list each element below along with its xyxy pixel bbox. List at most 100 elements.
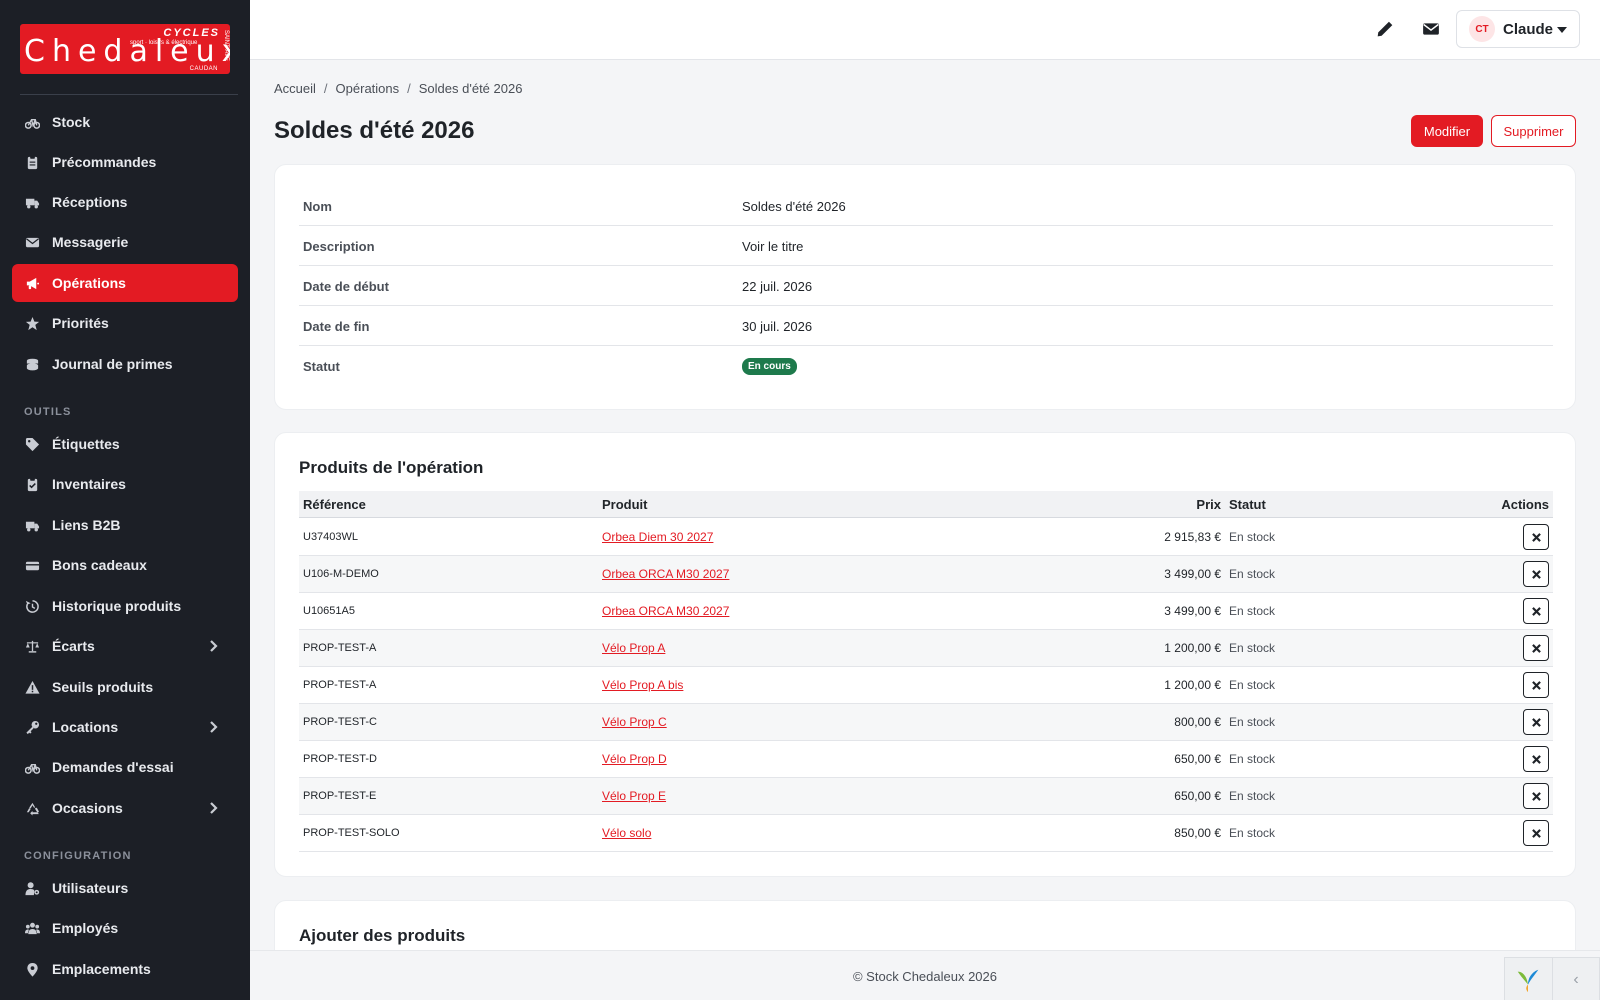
sidebar-item-label: Étiquettes — [52, 436, 120, 452]
product-link[interactable]: Orbea ORCA M30 2027 — [602, 567, 729, 581]
chedaleux-logo[interactable]: CYCLES sport · loisirs & électrique Ched… — [20, 24, 230, 74]
detail-row-date-fin: Date de fin 30 juil. 2026 — [299, 306, 1553, 346]
yii-logo-icon[interactable] — [1505, 958, 1552, 1000]
table-row: U10651A5 Orbea ORCA M30 2027 3 499,00 € En … — [299, 593, 1553, 630]
detail-label: Description — [303, 239, 375, 254]
sidebar-item-utilisateurs[interactable]: Utilisateurs — [12, 869, 238, 907]
remove-product-button[interactable] — [1523, 561, 1549, 587]
close-icon — [1531, 754, 1541, 764]
pencil-icon[interactable] — [1374, 18, 1396, 40]
sidebar-item-label: Journal de primes — [52, 356, 173, 372]
sidebar-item-precommandes[interactable]: Précommandes — [12, 143, 238, 181]
logo-side-text: SAINT-AVÉ — [223, 30, 229, 61]
delete-button[interactable]: Supprimer — [1491, 115, 1576, 147]
remove-product-button[interactable] — [1523, 820, 1549, 846]
remove-product-button[interactable] — [1523, 709, 1549, 735]
remove-product-button[interactable] — [1523, 635, 1549, 661]
table-row: U37403WL Orbea Diem 30 2027 2 915,83 € En s… — [299, 519, 1553, 556]
clipboard-icon — [24, 154, 40, 170]
table-row: U106-M-DEMO Orbea ORCA M30 2027 3 499,00 €… — [299, 556, 1553, 593]
sidebar-item-emplacements[interactable]: Emplacements — [12, 950, 238, 988]
cell-reference: U37403WL — [303, 531, 359, 543]
detail-row-statut: Statut En cours — [299, 346, 1553, 386]
detail-value: 30 juil. 2026 — [742, 319, 813, 334]
sidebar-item-ecarts[interactable]: Écarts — [12, 627, 238, 665]
sidebar-item-locations[interactable]: Locations — [12, 708, 238, 746]
cell-status: En stock — [1229, 826, 1276, 840]
close-icon — [1531, 791, 1541, 801]
warning-icon — [24, 679, 40, 695]
gift-card-icon — [24, 557, 40, 573]
remove-product-button[interactable] — [1523, 524, 1549, 550]
chevron-right-icon — [206, 801, 220, 815]
product-link[interactable]: Vélo Prop C — [602, 715, 667, 729]
sidebar-item-inventaires[interactable]: Inventaires — [12, 465, 238, 503]
sidebar-item-bons-cadeaux[interactable]: Bons cadeaux — [12, 546, 238, 584]
scale-icon — [24, 638, 40, 654]
product-link[interactable]: Vélo Prop E — [602, 789, 666, 803]
topbar — [250, 0, 1600, 60]
breadcrumb-separator: / — [323, 81, 328, 96]
cell-price: 3 499,00 € — [1164, 604, 1221, 618]
breadcrumb-accueil[interactable]: Accueil — [274, 81, 316, 96]
remove-product-button[interactable] — [1523, 598, 1549, 624]
sidebar-item-stock[interactable]: Stock — [12, 103, 238, 141]
footer-text: © Stock Chedaleux 2026 — [852, 969, 997, 984]
breadcrumb-separator: / — [407, 81, 411, 96]
sidebar: CYCLES sport · loisirs & électrique Ched… — [0, 0, 250, 1000]
cell-status: En stock — [1229, 715, 1276, 729]
chevron-left-icon[interactable]: ‹ — [1551, 958, 1599, 1000]
cell-status: En stock — [1229, 752, 1276, 766]
product-link[interactable]: Orbea Diem 30 2027 — [602, 530, 713, 544]
sidebar-item-journal-primes[interactable]: Journal de primes — [12, 345, 238, 383]
sidebar-item-messagerie[interactable]: Messagerie — [12, 223, 238, 261]
cell-reference: PROP-TEST-A — [303, 642, 377, 654]
location-pin-icon — [24, 961, 40, 977]
sidebar-item-demandes-essai[interactable]: Demandes d'essai — [12, 748, 238, 786]
cell-reference: PROP-TEST-SOLO — [303, 827, 400, 839]
sidebar-item-priorites[interactable]: Priorités — [12, 304, 238, 342]
footer: © Stock Chedaleux 2026 ‹ — [250, 950, 1600, 1000]
detail-row-date-debut: Date de début 22 juil. 2026 — [299, 266, 1553, 306]
remove-product-button[interactable] — [1523, 746, 1549, 772]
sidebar-item-seuils-produits[interactable]: Seuils produits — [12, 668, 238, 706]
detail-row-nom: Nom Soldes d'été 2026 — [299, 186, 1553, 226]
remove-product-button[interactable] — [1523, 783, 1549, 809]
recycle-icon — [24, 800, 40, 816]
chevron-right-icon — [206, 639, 220, 653]
cell-status: En stock — [1229, 789, 1276, 803]
cell-price: 800,00 € — [1174, 715, 1221, 729]
column-header-prix: Prix — [1196, 497, 1221, 512]
truck-icon — [24, 194, 40, 210]
envelope-icon[interactable] — [1420, 18, 1442, 40]
sidebar-item-employes[interactable]: Employés — [12, 909, 238, 947]
sidebar-item-operations[interactable]: Opérations — [12, 264, 238, 302]
debug-toolbar[interactable]: ‹ — [1504, 957, 1600, 1000]
product-link[interactable]: Vélo Prop D — [602, 752, 667, 766]
product-link[interactable]: Vélo solo — [602, 826, 651, 840]
megaphone-icon — [24, 275, 40, 291]
breadcrumb-operations[interactable]: Opérations — [336, 81, 400, 96]
sidebar-item-label: Priorités — [52, 315, 109, 331]
user-gear-icon — [24, 880, 40, 896]
detail-label: Statut — [303, 359, 340, 374]
cell-price: 650,00 € — [1174, 752, 1221, 766]
sidebar-item-receptions[interactable]: Réceptions — [12, 183, 238, 221]
sidebar-item-historique-produits[interactable]: Historique produits — [12, 587, 238, 625]
sidebar-item-etiquettes[interactable]: Étiquettes — [12, 425, 238, 463]
cell-price: 650,00 € — [1174, 789, 1221, 803]
sidebar-item-label: Précommandes — [52, 154, 157, 170]
cell-reference: U106-M-DEMO — [303, 568, 379, 580]
cell-price: 850,00 € — [1174, 826, 1221, 840]
product-link[interactable]: Vélo Prop A bis — [602, 678, 683, 692]
sidebar-item-occasions[interactable]: Occasions — [12, 789, 238, 827]
sidebar-item-liens-b2b[interactable]: Liens B2B — [12, 506, 238, 544]
product-link[interactable]: Orbea ORCA M30 2027 — [602, 604, 729, 618]
remove-product-button[interactable] — [1523, 672, 1549, 698]
edit-button[interactable]: Modifier — [1411, 115, 1483, 147]
products-card: Produits de l'opération Référence Produi… — [274, 432, 1576, 877]
user-menu-button[interactable]: CT Claude — [1456, 10, 1580, 48]
cell-reference: PROP-TEST-C — [303, 716, 377, 728]
detail-value: 22 juil. 2026 — [742, 279, 813, 294]
product-link[interactable]: Vélo Prop A — [602, 641, 665, 655]
